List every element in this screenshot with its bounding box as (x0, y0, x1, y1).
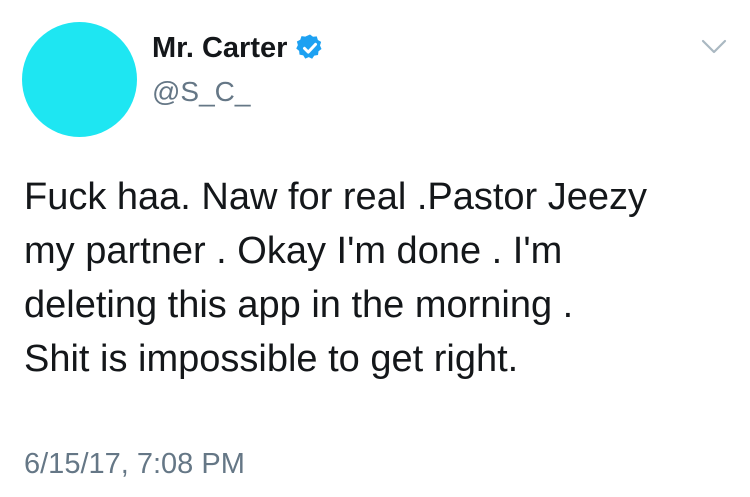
tweet-timestamp[interactable]: 6/15/17, 7:08 PM (24, 448, 245, 481)
tweet-card: Mr. Carter @S_C_ Fuck haa. Naw for real … (0, 0, 750, 497)
verified-badge-icon (296, 34, 322, 59)
tweet-text: Fuck haa. Naw for real .Pastor Jeezy my … (24, 176, 648, 380)
avatar[interactable] (22, 22, 137, 137)
display-name[interactable]: Mr. Carter (152, 32, 287, 65)
author-handle[interactable]: @S_C_ (152, 76, 250, 108)
author-name-row: Mr. Carter (152, 30, 325, 66)
chevron-down-icon[interactable] (700, 38, 728, 56)
